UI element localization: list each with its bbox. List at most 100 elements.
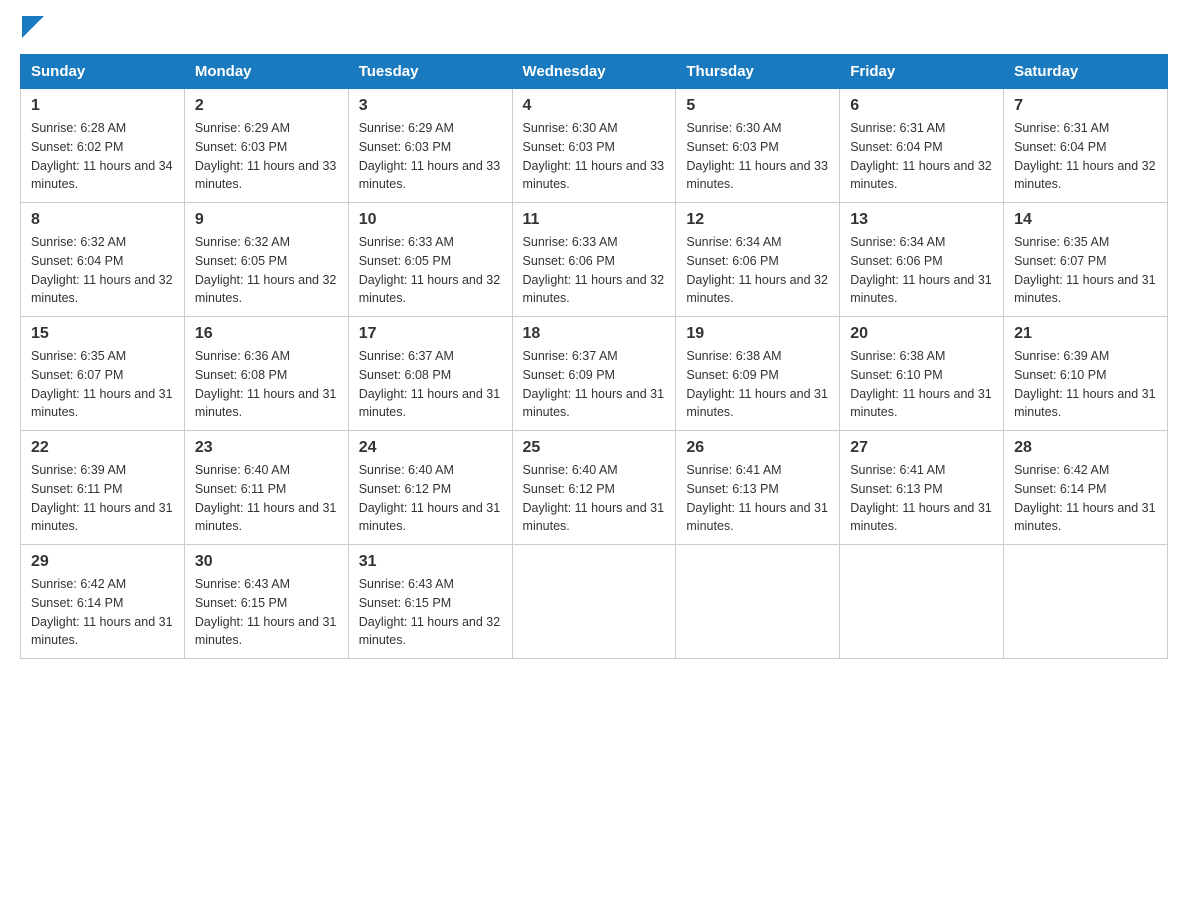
day-info: Sunrise: 6:29 AMSunset: 6:03 PMDaylight:…	[359, 119, 502, 194]
calendar-week-row: 29 Sunrise: 6:42 AMSunset: 6:14 PMDayligh…	[21, 545, 1168, 659]
calendar-table: Sunday Monday Tuesday Wednesday Thursday…	[20, 54, 1168, 659]
day-number: 28	[1014, 439, 1157, 457]
day-number: 19	[686, 325, 829, 343]
calendar-cell: 31 Sunrise: 6:43 AMSunset: 6:15 PMDayligh…	[348, 545, 512, 659]
day-info: Sunrise: 6:37 AMSunset: 6:09 PMDaylight:…	[523, 347, 666, 422]
day-info: Sunrise: 6:31 AMSunset: 6:04 PMDaylight:…	[850, 119, 993, 194]
day-number: 21	[1014, 325, 1157, 343]
calendar-cell: 22 Sunrise: 6:39 AMSunset: 6:11 PMDayligh…	[21, 431, 185, 545]
calendar-cell: 4 Sunrise: 6:30 AMSunset: 6:03 PMDaylight…	[512, 89, 676, 203]
day-number: 17	[359, 325, 502, 343]
day-info: Sunrise: 6:39 AMSunset: 6:10 PMDaylight:…	[1014, 347, 1157, 422]
calendar-cell: 23 Sunrise: 6:40 AMSunset: 6:11 PMDayligh…	[184, 431, 348, 545]
header-saturday: Saturday	[1004, 55, 1168, 89]
calendar-cell: 9 Sunrise: 6:32 AMSunset: 6:05 PMDaylight…	[184, 203, 348, 317]
day-number: 31	[359, 553, 502, 571]
calendar-week-row: 15 Sunrise: 6:35 AMSunset: 6:07 PMDayligh…	[21, 317, 1168, 431]
day-number: 30	[195, 553, 338, 571]
day-number: 2	[195, 97, 338, 115]
day-number: 13	[850, 211, 993, 229]
day-number: 18	[523, 325, 666, 343]
calendar-cell: 25Sunrise: 6:40 AMSunset: 6:12 PMDayligh…	[512, 431, 676, 545]
day-info: Sunrise: 6:43 AMSunset: 6:15 PMDaylight:…	[359, 575, 502, 650]
logo-triangle-icon	[22, 16, 44, 38]
calendar-cell: 6 Sunrise: 6:31 AMSunset: 6:04 PMDaylight…	[840, 89, 1004, 203]
day-number: 20	[850, 325, 993, 343]
calendar-cell: 17 Sunrise: 6:37 AMSunset: 6:08 PMDayligh…	[348, 317, 512, 431]
day-number: 4	[523, 97, 666, 115]
calendar-cell: 5 Sunrise: 6:30 AMSunset: 6:03 PMDaylight…	[676, 89, 840, 203]
day-info: Sunrise: 6:28 AMSunset: 6:02 PMDaylight:…	[31, 119, 174, 194]
logo	[20, 20, 44, 38]
calendar-header-row: Sunday Monday Tuesday Wednesday Thursday…	[21, 55, 1168, 89]
day-number: 16	[195, 325, 338, 343]
day-number: 11	[523, 211, 666, 229]
day-info: Sunrise: 6:36 AMSunset: 6:08 PMDaylight:…	[195, 347, 338, 422]
calendar-cell: 15 Sunrise: 6:35 AMSunset: 6:07 PMDayligh…	[21, 317, 185, 431]
day-info: Sunrise: 6:41 AMSunset: 6:13 PMDaylight:…	[850, 461, 993, 536]
day-number: 12	[686, 211, 829, 229]
page-header	[20, 20, 1168, 38]
day-number: 5	[686, 97, 829, 115]
header-tuesday: Tuesday	[348, 55, 512, 89]
calendar-cell: 12 Sunrise: 6:34 AMSunset: 6:06 PMDayligh…	[676, 203, 840, 317]
calendar-cell: 28Sunrise: 6:42 AMSunset: 6:14 PMDayligh…	[1004, 431, 1168, 545]
day-number: 3	[359, 97, 502, 115]
day-number: 14	[1014, 211, 1157, 229]
calendar-cell: 21 Sunrise: 6:39 AMSunset: 6:10 PMDayligh…	[1004, 317, 1168, 431]
day-number: 24	[359, 439, 502, 457]
calendar-cell	[840, 545, 1004, 659]
day-info: Sunrise: 6:32 AMSunset: 6:05 PMDaylight:…	[195, 233, 338, 308]
header-monday: Monday	[184, 55, 348, 89]
calendar-cell: 14 Sunrise: 6:35 AMSunset: 6:07 PMDayligh…	[1004, 203, 1168, 317]
day-number: 26	[686, 439, 829, 457]
day-number: 7	[1014, 97, 1157, 115]
day-number: 15	[31, 325, 174, 343]
calendar-cell: 7 Sunrise: 6:31 AMSunset: 6:04 PMDaylight…	[1004, 89, 1168, 203]
day-info: Sunrise: 6:37 AMSunset: 6:08 PMDaylight:…	[359, 347, 502, 422]
day-number: 22	[31, 439, 174, 457]
calendar-cell: 29 Sunrise: 6:42 AMSunset: 6:14 PMDayligh…	[21, 545, 185, 659]
day-info: Sunrise: 6:40 AMSunset: 6:12 PMDaylight:…	[523, 461, 666, 536]
day-info: Sunrise: 6:42 AMSunset: 6:14 PMDaylight:…	[31, 575, 174, 650]
calendar-cell: 16 Sunrise: 6:36 AMSunset: 6:08 PMDayligh…	[184, 317, 348, 431]
day-info: Sunrise: 6:30 AMSunset: 6:03 PMDaylight:…	[523, 119, 666, 194]
day-info: Sunrise: 6:31 AMSunset: 6:04 PMDaylight:…	[1014, 119, 1157, 194]
calendar-cell: 8 Sunrise: 6:32 AMSunset: 6:04 PMDaylight…	[21, 203, 185, 317]
calendar-week-row: 22 Sunrise: 6:39 AMSunset: 6:11 PMDayligh…	[21, 431, 1168, 545]
calendar-cell: 26 Sunrise: 6:41 AMSunset: 6:13 PMDayligh…	[676, 431, 840, 545]
day-number: 23	[195, 439, 338, 457]
day-info: Sunrise: 6:35 AMSunset: 6:07 PMDaylight:…	[31, 347, 174, 422]
day-info: Sunrise: 6:34 AMSunset: 6:06 PMDaylight:…	[850, 233, 993, 308]
calendar-week-row: 1Sunrise: 6:28 AMSunset: 6:02 PMDaylight…	[21, 89, 1168, 203]
calendar-cell	[512, 545, 676, 659]
day-info: Sunrise: 6:29 AMSunset: 6:03 PMDaylight:…	[195, 119, 338, 194]
day-info: Sunrise: 6:39 AMSunset: 6:11 PMDaylight:…	[31, 461, 174, 536]
calendar-cell: 19Sunrise: 6:38 AMSunset: 6:09 PMDayligh…	[676, 317, 840, 431]
day-info: Sunrise: 6:41 AMSunset: 6:13 PMDaylight:…	[686, 461, 829, 536]
calendar-cell: 10 Sunrise: 6:33 AMSunset: 6:05 PMDayligh…	[348, 203, 512, 317]
calendar-cell: 27 Sunrise: 6:41 AMSunset: 6:13 PMDayligh…	[840, 431, 1004, 545]
calendar-cell	[1004, 545, 1168, 659]
calendar-cell	[676, 545, 840, 659]
day-number: 8	[31, 211, 174, 229]
calendar-cell: 20 Sunrise: 6:38 AMSunset: 6:10 PMDayligh…	[840, 317, 1004, 431]
day-number: 9	[195, 211, 338, 229]
day-info: Sunrise: 6:38 AMSunset: 6:10 PMDaylight:…	[850, 347, 993, 422]
day-info: Sunrise: 6:30 AMSunset: 6:03 PMDaylight:…	[686, 119, 829, 194]
day-info: Sunrise: 6:40 AMSunset: 6:11 PMDaylight:…	[195, 461, 338, 536]
day-info: Sunrise: 6:33 AMSunset: 6:05 PMDaylight:…	[359, 233, 502, 308]
day-info: Sunrise: 6:33 AMSunset: 6:06 PMDaylight:…	[523, 233, 666, 308]
day-number: 27	[850, 439, 993, 457]
day-number: 29	[31, 553, 174, 571]
day-info: Sunrise: 6:35 AMSunset: 6:07 PMDaylight:…	[1014, 233, 1157, 308]
day-number: 10	[359, 211, 502, 229]
day-number: 6	[850, 97, 993, 115]
header-thursday: Thursday	[676, 55, 840, 89]
calendar-cell: 3 Sunrise: 6:29 AMSunset: 6:03 PMDaylight…	[348, 89, 512, 203]
calendar-cell: 24 Sunrise: 6:40 AMSunset: 6:12 PMDayligh…	[348, 431, 512, 545]
day-info: Sunrise: 6:32 AMSunset: 6:04 PMDaylight:…	[31, 233, 174, 308]
day-info: Sunrise: 6:34 AMSunset: 6:06 PMDaylight:…	[686, 233, 829, 308]
calendar-week-row: 8 Sunrise: 6:32 AMSunset: 6:04 PMDaylight…	[21, 203, 1168, 317]
day-info: Sunrise: 6:40 AMSunset: 6:12 PMDaylight:…	[359, 461, 502, 536]
